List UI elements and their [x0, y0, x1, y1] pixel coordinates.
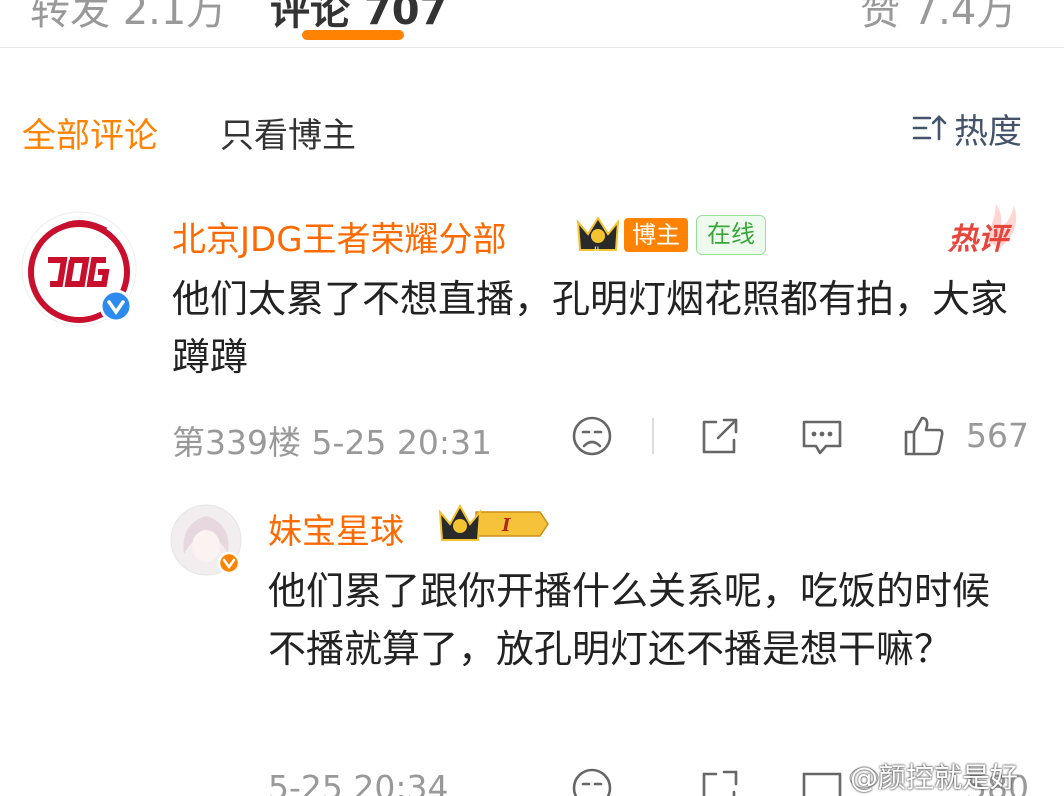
reply-text: 他们累了跟你开播什么关系呢，吃饭的时候不播就算了，放孔明灯还不播是想干嘛？ [268, 569, 991, 671]
comment-icon[interactable] [800, 414, 844, 458]
comment-floor-time: 第339楼 5-25 20:31 [172, 423, 492, 462]
sort-label: 热度 [954, 111, 1022, 152]
reply-username[interactable]: 妹宝星球 [268, 504, 404, 553]
share-icon[interactable] [698, 414, 742, 458]
dislike-face-icon[interactable] [570, 414, 614, 458]
share-icon[interactable] [698, 766, 742, 796]
divider [652, 418, 654, 454]
filter-owner-only[interactable]: 只看博主 [220, 108, 356, 157]
watermark: @颜控就是好 [850, 761, 1019, 794]
top-tab-bar: 转发 2.1万 评论 707 赞 7.4万 [0, 0, 1064, 48]
active-tab-indicator [302, 30, 404, 40]
avatar[interactable] [20, 210, 138, 328]
svg-text:II: II [594, 246, 599, 256]
online-badge: 在线 [696, 215, 766, 255]
tab-reposts[interactable]: 转发 2.1万 [30, 0, 226, 36]
comment-username[interactable]: 北京JDG王者荣耀分部 [172, 212, 507, 261]
sort-icon [912, 115, 947, 141]
svg-text:I: I [501, 515, 511, 536]
avatar[interactable] [170, 504, 242, 576]
comment-icon[interactable] [800, 766, 844, 796]
reply-time: 5-25 20:34 [268, 768, 449, 796]
like-count: 567 [966, 416, 1029, 455]
vip-crown-icon: I [438, 503, 549, 541]
hot-comment-tag: 热评 [948, 222, 1008, 257]
owner-badge: 博主 [624, 218, 688, 252]
dislike-face-icon[interactable] [570, 766, 614, 796]
tab-likes[interactable]: 赞 7.4万 [860, 0, 1016, 36]
filter-all-comments[interactable]: 全部评论 [22, 108, 158, 157]
like-icon[interactable] [902, 414, 946, 458]
comment-filter-bar: 全部评论 只看博主 热度 [0, 90, 1064, 170]
comment-meta-bar: 第339楼 5-25 20:31 567 [0, 408, 1064, 464]
comment-text: 他们太累了不想直播，孔明灯烟花照都有拍，大家蹲蹲 [172, 277, 1009, 379]
sort-button[interactable]: 热度 [912, 106, 1022, 152]
